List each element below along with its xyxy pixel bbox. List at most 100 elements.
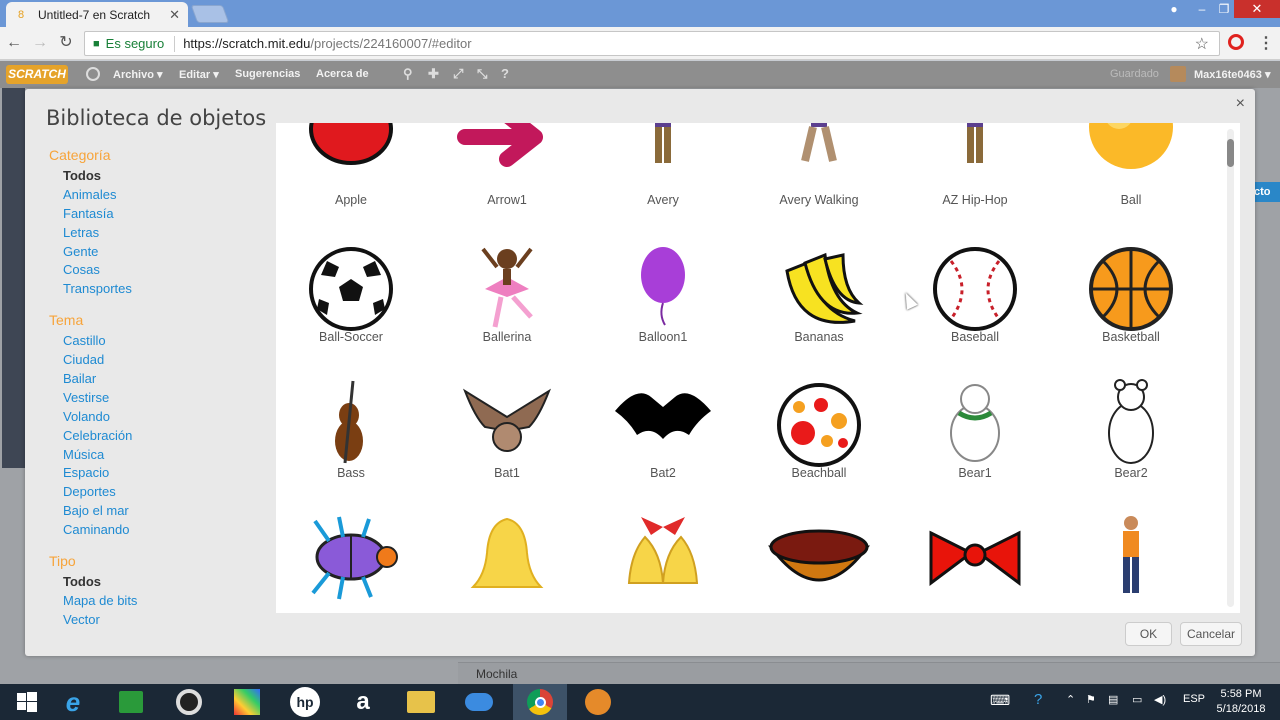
- opera-extension-icon[interactable]: [1228, 34, 1244, 50]
- sprite-item[interactable]: Bear1: [900, 377, 1050, 507]
- sprite-item[interactable]: Ball-Soccer: [276, 241, 426, 371]
- sprite-grid-area[interactable]: Apple Arrow1 Avery Avery Walking AZ Hip-Hop B…: [276, 123, 1240, 613]
- menu-editar[interactable]: Editar ▾: [179, 68, 219, 81]
- duplicate-stamp-icon[interactable]: ⚲: [403, 66, 413, 82]
- address-bar[interactable]: ■ Es seguro https://scratch.mit.edu /pro…: [84, 31, 1220, 56]
- categoria-item[interactable]: Animales: [49, 187, 137, 206]
- tema-item[interactable]: Ciudad: [49, 352, 137, 371]
- tema-item[interactable]: Celebración: [49, 428, 137, 447]
- username-menu[interactable]: Max16te0463 ▾: [1194, 68, 1270, 81]
- amazon-icon[interactable]: a: [336, 684, 390, 720]
- sprite-item[interactable]: Arrow1: [432, 123, 582, 245]
- tab-close-icon[interactable]: ✕: [169, 7, 180, 23]
- categoria-item[interactable]: Gente: [49, 244, 137, 263]
- sprite-item[interactable]: Bat1: [432, 377, 582, 507]
- network-icon[interactable]: ▤: [1108, 693, 1118, 706]
- ie-icon[interactable]: e: [46, 684, 100, 720]
- keyboard-icon[interactable]: ⌨: [990, 692, 1010, 709]
- user-profile-icon[interactable]: ●: [1160, 0, 1188, 18]
- tema-item[interactable]: Vestirse: [49, 390, 137, 409]
- forward-arrow-icon[interactable]: →: [31, 34, 49, 52]
- tipo-item[interactable]: Todos: [49, 574, 137, 593]
- sprite-item[interactable]: [900, 513, 1050, 613]
- sprite-item[interactable]: [588, 513, 738, 613]
- grow-icon[interactable]: ⤢: [453, 66, 463, 82]
- media-player-icon[interactable]: [162, 684, 216, 720]
- sprite-item[interactable]: [1056, 513, 1206, 613]
- help-tray-icon[interactable]: ?: [1034, 691, 1042, 708]
- tema-item[interactable]: Volando: [49, 409, 137, 428]
- volume-icon[interactable]: ◀): [1154, 693, 1166, 706]
- tipo-item[interactable]: Mapa de bits: [49, 593, 137, 612]
- scratch-app-icon[interactable]: [571, 684, 625, 720]
- language-indicator[interactable]: ESP: [1183, 693, 1205, 705]
- sprite-item[interactable]: [432, 513, 582, 613]
- hp-icon[interactable]: hp: [278, 684, 332, 720]
- sprite-item[interactable]: Avery: [588, 123, 738, 245]
- cancel-button[interactable]: Cancelar: [1180, 622, 1242, 646]
- sprite-item[interactable]: Beachball: [744, 377, 894, 507]
- sprite-item[interactable]: Bat2: [588, 377, 738, 507]
- categoria-item[interactable]: Letras: [49, 225, 137, 244]
- sprite-item[interactable]: Ballerina: [432, 241, 582, 371]
- scrollbar-thumb[interactable]: [1227, 139, 1234, 167]
- backpack-bar[interactable]: Mochila: [458, 662, 1280, 684]
- paint-app-icon[interactable]: [220, 684, 274, 720]
- tema-item[interactable]: Caminando: [49, 522, 137, 541]
- user-avatar[interactable]: [1170, 66, 1186, 82]
- tipo-item[interactable]: Vector: [49, 612, 137, 631]
- sprite-item[interactable]: [276, 513, 426, 613]
- menu-sugerencias[interactable]: Sugerencias: [235, 68, 300, 80]
- categoria-item[interactable]: Cosas: [49, 262, 137, 281]
- sprite-item[interactable]: Bear2: [1056, 377, 1206, 507]
- tema-item[interactable]: Espacio: [49, 465, 137, 484]
- battery-icon[interactable]: ▭: [1132, 693, 1142, 706]
- window-close-button[interactable]: ✕: [1234, 0, 1280, 18]
- tema-item[interactable]: Deportes: [49, 484, 137, 503]
- shrink-icon[interactable]: ⤡: [477, 66, 487, 82]
- reload-icon[interactable]: ↻: [57, 34, 75, 52]
- delete-scissors-icon[interactable]: ✚: [428, 66, 439, 82]
- browser-tab[interactable]: 8 Untitled-7 en Scratch ✕: [6, 2, 188, 27]
- file-explorer-icon[interactable]: [394, 684, 448, 720]
- dialog-close-icon[interactable]: ×: [1236, 95, 1245, 113]
- language-globe-icon[interactable]: [86, 67, 100, 81]
- sprite-item[interactable]: Baseball: [900, 241, 1050, 371]
- help-icon[interactable]: ?: [501, 66, 509, 81]
- categoria-item[interactable]: Fantasía: [49, 206, 137, 225]
- tema-heading: Tema: [49, 312, 84, 329]
- bell-icon: [455, 513, 559, 609]
- menu-acerca-de[interactable]: Acerca de: [316, 68, 369, 80]
- clock[interactable]: 5:58 PM 5/18/2018: [1214, 687, 1268, 717]
- ok-button[interactable]: OK: [1125, 622, 1172, 646]
- back-arrow-icon[interactable]: ←: [5, 34, 23, 52]
- tema-item[interactable]: Bajo el mar: [49, 503, 137, 522]
- chrome-icon[interactable]: [513, 684, 567, 720]
- sprite-item[interactable]: Bananas: [744, 241, 894, 371]
- sprite-item[interactable]: Avery Walking: [744, 123, 894, 245]
- tema-item[interactable]: Castillo: [49, 333, 137, 352]
- show-hidden-icons-icon[interactable]: ⌃: [1066, 693, 1075, 706]
- sprite-item[interactable]: Apple: [276, 123, 426, 245]
- browser-menu-icon[interactable]: ⋮: [1258, 33, 1274, 53]
- windows-taskbar: e hp a ⌨ ? ⌃ ⚑ ▤ ▭ ◀) ESP 5:58 PM 5/18/2…: [0, 684, 1280, 720]
- sprite-item[interactable]: [744, 513, 894, 613]
- menu-archivo[interactable]: Archivo ▾: [113, 68, 163, 81]
- tema-item[interactable]: Bailar: [49, 371, 137, 390]
- onedrive-icon[interactable]: [452, 684, 506, 720]
- sprite-item[interactable]: Ball: [1056, 123, 1206, 245]
- categoria-item[interactable]: Todos: [49, 168, 137, 187]
- new-tab-button[interactable]: [190, 5, 230, 23]
- sprite-item[interactable]: Basketball: [1056, 241, 1206, 371]
- sprite-item[interactable]: Bass: [276, 377, 426, 507]
- share-button-peek[interactable]: cto: [1252, 182, 1280, 202]
- store-icon[interactable]: [104, 684, 158, 720]
- sprite-item[interactable]: Balloon1: [588, 241, 738, 371]
- tema-item[interactable]: Música: [49, 447, 137, 466]
- flag-icon[interactable]: ⚑: [1086, 693, 1096, 706]
- bookmark-star-icon[interactable]: ☆: [1195, 34, 1209, 54]
- categoria-item[interactable]: Transportes: [49, 281, 137, 300]
- grid-scrollbar[interactable]: [1227, 129, 1234, 607]
- sprite-item[interactable]: AZ Hip-Hop: [900, 123, 1050, 245]
- scratch-logo[interactable]: SCRATCH: [6, 65, 68, 84]
